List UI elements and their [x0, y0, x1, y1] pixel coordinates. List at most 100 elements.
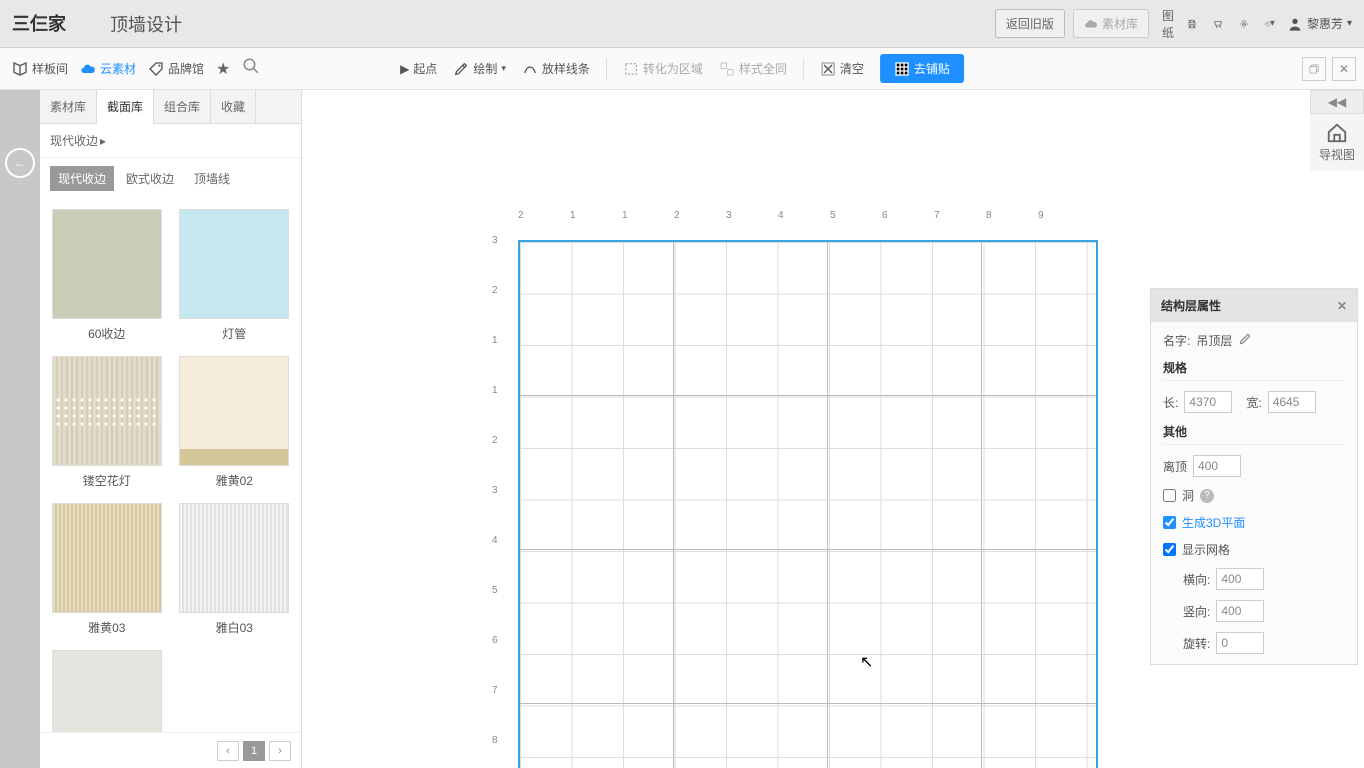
search-button[interactable] — [242, 57, 260, 80]
help-button[interactable]: ?▾ — [1261, 15, 1279, 33]
edit-name-button[interactable] — [1238, 332, 1252, 349]
breadcrumb[interactable]: 现代收边▸ — [40, 124, 301, 158]
ruler-tick: 2 — [492, 285, 498, 296]
nav-brand[interactable]: 品牌馆 — [148, 60, 204, 77]
tab-section[interactable]: 截面库 — [97, 90, 154, 124]
tool-start[interactable]: ▶起点 — [400, 60, 437, 77]
showgrid-checkbox[interactable] — [1163, 543, 1176, 556]
secondary-nav: 样板间 云素材 品牌馆 ★ ▶起点 绘制▾ 放样线条 转化为区域 样式全同 清空… — [0, 48, 1364, 90]
hx-input[interactable] — [1216, 568, 1264, 590]
tool-go-tile[interactable]: 去铺贴 — [880, 54, 964, 83]
nav-cloud[interactable]: 云素材 — [80, 60, 136, 77]
ruler-tick: 1 — [570, 210, 576, 221]
hole-checkbox[interactable] — [1163, 489, 1176, 502]
canvas[interactable]: 21123456789 32112345678 ↖ ◀◀ 导视图 结构层属性 ✕… — [302, 90, 1364, 768]
header-right: 返回旧版 素材库 图纸 ?▾ 黎惠芳 ▾ — [995, 9, 1352, 38]
cart-button[interactable] — [1209, 15, 1227, 33]
gallery-item[interactable]: 雅白03 — [178, 503, 292, 636]
sidebar-tabs: 素材库 截面库 组合库 收藏 — [40, 90, 301, 124]
vx-input[interactable] — [1216, 600, 1264, 622]
restore-window-button[interactable] — [1302, 57, 1326, 81]
pager: ‹ 1 › — [40, 732, 301, 768]
tab-combo[interactable]: 组合库 — [154, 90, 211, 123]
thumbnail — [52, 650, 162, 732]
name-value: 吊顶层 — [1196, 332, 1232, 349]
page-prev[interactable]: ‹ — [217, 741, 239, 761]
breadcrumb-label: 现代收边 — [50, 132, 98, 149]
tab-material[interactable]: 素材库 — [40, 90, 97, 123]
rail-collapse-button[interactable]: ◀◀ — [1310, 90, 1364, 114]
row-hx: 横向: — [1163, 568, 1345, 590]
panel-title: 结构层属性 — [1161, 297, 1221, 314]
pencil-icon — [1238, 332, 1252, 346]
ruler-tick: 4 — [492, 535, 498, 546]
thumbnail-label: 雅黄03 — [88, 619, 125, 636]
close-window-button[interactable]: ✕ — [1332, 57, 1356, 81]
gallery: 60收边灯管镂空花灯雅黄02 雅黄03 雅白03 — [40, 199, 301, 732]
back-old-label: 返回旧版 — [1006, 15, 1054, 32]
subtab-modern[interactable]: 现代收边 — [50, 166, 114, 191]
ruler-tick: 3 — [726, 210, 732, 221]
thumbnail — [52, 356, 162, 466]
vx-label: 竖向: — [1183, 603, 1210, 620]
back-button[interactable]: ← — [5, 148, 35, 178]
gen3d-checkbox[interactable] — [1163, 516, 1176, 529]
subtab-euro[interactable]: 欧式收边 — [118, 166, 182, 191]
ruler-tick: 5 — [830, 210, 836, 221]
rot-input[interactable] — [1216, 632, 1264, 654]
close-icon: ✕ — [1339, 62, 1349, 76]
gallery-item[interactable]: 雅黄03 — [50, 503, 164, 636]
tool-draw[interactable]: 绘制▾ — [453, 60, 506, 77]
pencil-icon — [453, 61, 469, 77]
row-gen3d: 生成3D平面 — [1163, 514, 1345, 531]
ruler-tick: 5 — [492, 585, 498, 596]
material-lib-button[interactable]: 素材库 — [1073, 9, 1149, 38]
ruler-tick: 7 — [492, 685, 498, 696]
divider — [803, 58, 804, 80]
thumbnail — [52, 503, 162, 613]
gallery-item[interactable]: 镂空花灯 — [50, 356, 164, 489]
cart-icon — [1213, 16, 1223, 32]
nav-template-label: 样板间 — [32, 60, 68, 77]
subtab-topline[interactable]: 顶墙线 — [186, 166, 238, 191]
tool-to-area[interactable]: 转化为区域 — [623, 60, 703, 77]
gen3d-label: 生成3D平面 — [1182, 514, 1245, 531]
page-next[interactable]: › — [269, 741, 291, 761]
help-icon[interactable]: ? — [1200, 489, 1214, 503]
user-menu[interactable]: 黎惠芳 ▾ — [1287, 15, 1352, 32]
chevron-down-icon: ▾ — [1347, 18, 1352, 29]
nav-template[interactable]: 样板间 — [12, 60, 68, 77]
nav-view-button[interactable]: 导视图 — [1310, 114, 1364, 171]
row-dimensions: 长: 宽: — [1163, 391, 1345, 413]
play-icon: ▶ — [400, 62, 409, 76]
panel-close-button[interactable]: ✕ — [1337, 299, 1347, 313]
design-grid[interactable] — [518, 240, 1098, 768]
save-button[interactable] — [1183, 15, 1201, 33]
double-chevron-left-icon: ◀◀ — [1328, 95, 1346, 109]
gallery-item[interactable] — [50, 650, 164, 732]
tool-same-style[interactable]: 样式全同 — [719, 60, 787, 77]
gallery-item[interactable]: 雅黄02 — [178, 356, 292, 489]
tab-fav[interactable]: 收藏 — [211, 90, 256, 123]
tool-clear[interactable]: 清空 — [820, 60, 864, 77]
same-style-icon — [719, 61, 735, 77]
length-label: 长: — [1163, 394, 1178, 411]
page-current[interactable]: 1 — [243, 741, 265, 761]
offset-input[interactable] — [1193, 455, 1241, 477]
width-input[interactable] — [1268, 391, 1316, 413]
length-input[interactable] — [1184, 391, 1232, 413]
settings-button[interactable] — [1235, 15, 1253, 33]
restore-icon — [1307, 62, 1321, 76]
drawing-button[interactable]: 图纸 — [1157, 15, 1175, 33]
ruler-tick: 2 — [518, 210, 524, 221]
hx-label: 横向: — [1183, 571, 1210, 588]
gallery-item[interactable]: 灯管 — [178, 209, 292, 342]
back-old-button[interactable]: 返回旧版 — [995, 9, 1065, 38]
thumbnail-label: 雅黄02 — [216, 472, 253, 489]
template-icon — [12, 61, 28, 77]
tool-spline[interactable]: 放样线条 — [522, 60, 590, 77]
row-vx: 竖向: — [1163, 600, 1345, 622]
favorite-button[interactable]: ★ — [216, 59, 230, 79]
ruler-vertical: 32112345678 — [492, 235, 512, 768]
gallery-item[interactable]: 60收边 — [50, 209, 164, 342]
